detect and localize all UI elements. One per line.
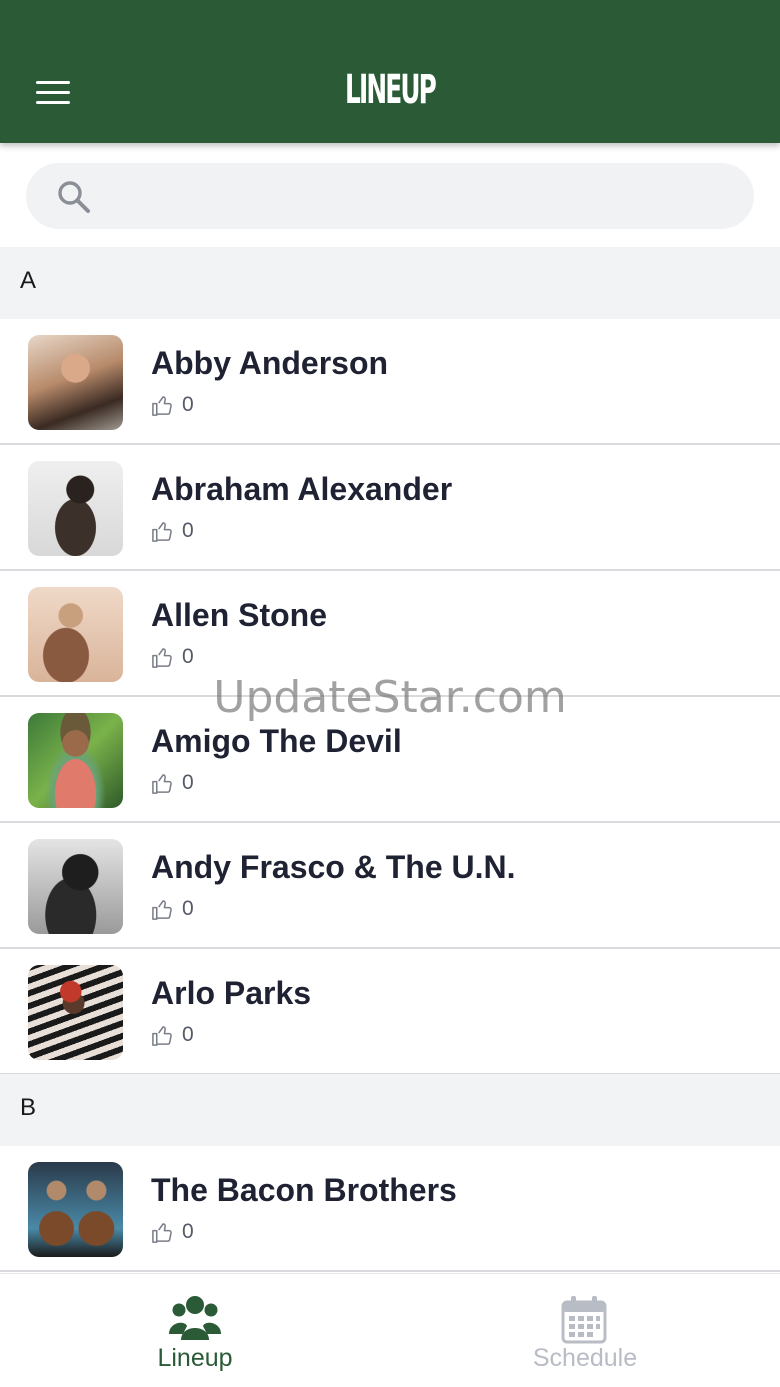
thumbs-up-icon xyxy=(152,395,172,416)
thumbs-up-icon xyxy=(152,1025,172,1046)
search-input[interactable] xyxy=(110,163,730,229)
thumbs-up-icon xyxy=(152,521,172,542)
like-count: 0 xyxy=(182,645,194,668)
thumbs-up-icon xyxy=(152,647,172,668)
like-count: 0 xyxy=(182,393,194,416)
thumbs-up-icon xyxy=(152,899,172,920)
artist-photo xyxy=(28,587,123,682)
like-counter[interactable]: 0 xyxy=(151,645,194,669)
like-count: 0 xyxy=(182,1220,194,1243)
like-count: 0 xyxy=(182,771,194,794)
like-count: 0 xyxy=(182,1023,194,1046)
like-counter[interactable]: 0 xyxy=(151,897,194,921)
like-count: 0 xyxy=(182,519,194,542)
section-header-a: A xyxy=(0,247,780,319)
calendar-icon xyxy=(561,1296,607,1344)
bottom-nav: Lineup Schedule xyxy=(0,1273,780,1387)
artist-photo xyxy=(28,713,123,808)
tab-lineup[interactable]: Lineup xyxy=(0,1274,390,1387)
artist-photo xyxy=(28,1162,123,1257)
artist-name: Amigo The Devil xyxy=(151,723,402,759)
thumbs-up-icon xyxy=(152,1222,172,1243)
like-counter[interactable]: 0 xyxy=(151,1023,194,1047)
page-title: LINEUP xyxy=(345,67,437,113)
like-counter[interactable]: 0 xyxy=(151,771,194,795)
like-counter[interactable]: 0 xyxy=(151,1220,194,1244)
app-header: LINEUP xyxy=(0,0,780,143)
artist-name: The Bacon Brothers xyxy=(151,1172,457,1208)
artist-row[interactable]: The Bacon Brothers 0 xyxy=(0,1146,780,1272)
artist-row[interactable]: Andy Frasco & The U.N. 0 xyxy=(0,823,780,949)
artist-row[interactable]: Amigo The Devil 0 xyxy=(0,697,780,823)
tab-schedule[interactable]: Schedule xyxy=(390,1274,780,1387)
menu-icon-line xyxy=(36,81,70,84)
artist-row[interactable]: Abraham Alexander 0 xyxy=(0,445,780,571)
section-header-b: B xyxy=(0,1074,780,1146)
artist-row[interactable]: Abby Anderson 0 xyxy=(0,319,780,445)
search-area xyxy=(0,143,780,247)
like-counter[interactable]: 0 xyxy=(151,519,194,543)
artist-name: Abby Anderson xyxy=(151,345,389,381)
artist-name: Arlo Parks xyxy=(151,975,312,1011)
users-icon xyxy=(169,1296,221,1340)
menu-button[interactable] xyxy=(28,72,78,112)
search-bar[interactable] xyxy=(26,163,754,229)
like-counter[interactable]: 0 xyxy=(151,393,194,417)
artist-row[interactable]: Arlo Parks 0 xyxy=(0,949,780,1075)
search-icon xyxy=(58,181,90,213)
artist-name: Allen Stone xyxy=(151,597,328,633)
artist-row[interactable]: Allen Stone 0 xyxy=(0,571,780,697)
tab-label: Lineup xyxy=(157,1344,233,1372)
artist-name: Abraham Alexander xyxy=(151,471,453,507)
thumbs-up-icon xyxy=(152,773,172,794)
menu-icon-line xyxy=(36,91,70,94)
like-count: 0 xyxy=(182,897,194,920)
menu-icon-line xyxy=(36,101,70,104)
artist-photo xyxy=(28,335,123,430)
artist-name: Andy Frasco & The U.N. xyxy=(151,849,516,885)
artist-photo xyxy=(28,965,123,1060)
artist-photo xyxy=(28,461,123,556)
artist-photo xyxy=(28,839,123,934)
tab-label: Schedule xyxy=(532,1344,638,1372)
